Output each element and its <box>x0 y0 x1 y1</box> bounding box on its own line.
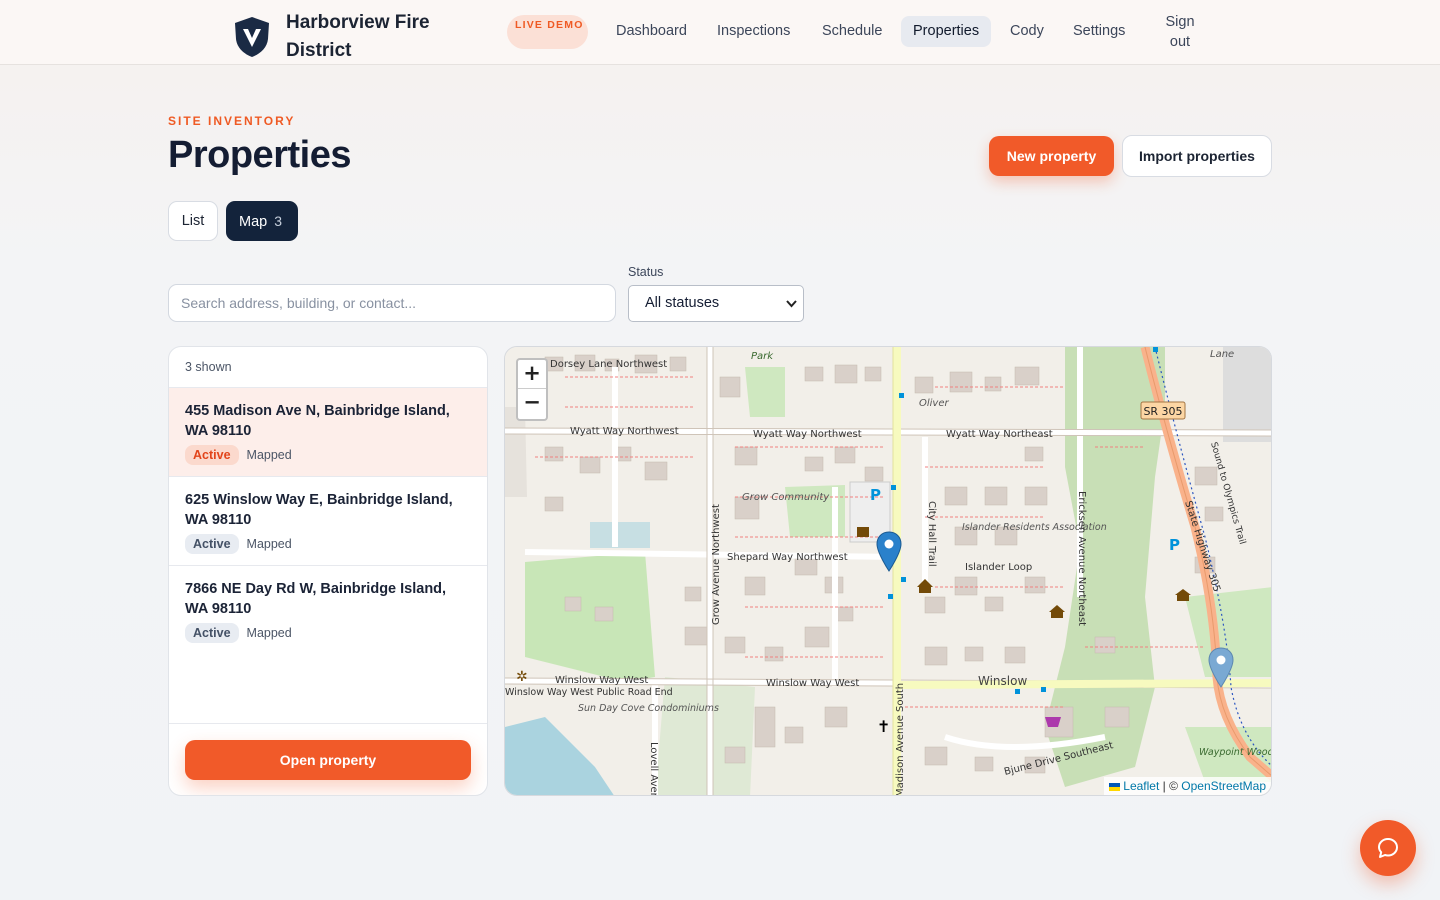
status-label: Status <box>628 265 664 279</box>
list-count: 3 shown <box>169 347 487 388</box>
zoom-out-button[interactable]: − <box>518 389 546 418</box>
map-label: Madison Avenue South <box>895 683 906 796</box>
property-map[interactable]: ✝ ✲ P P SR 305 Dorsey Lane Northwest Par… <box>504 346 1272 796</box>
nav-inspections[interactable]: Inspections <box>705 16 802 47</box>
leaflet-link[interactable]: Leaflet <box>1123 779 1159 793</box>
map-label: Sun Day Cove Condominiums <box>578 703 719 714</box>
map-label: Wyatt Way Northwest <box>570 426 679 437</box>
page-eyebrow: SITE INVENTORY <box>168 114 296 128</box>
map-label: Lovell Avenue <box>648 742 659 796</box>
brand[interactable]: Harborview Fire District <box>232 9 456 65</box>
status-badge: Active <box>185 534 239 554</box>
mapped-label: Mapped <box>246 626 292 640</box>
map-view-toggle[interactable]: Map 3 <box>226 201 298 241</box>
map-label: Dorsey Lane Northwest <box>550 359 667 370</box>
map-label: Wyatt Way Northeast <box>946 429 1053 440</box>
map-attribution: Leaflet | © OpenStreetMap <box>1104 777 1271 795</box>
parking-label: P <box>870 486 881 504</box>
status-badge: Active <box>185 445 239 465</box>
property-list-panel: 3 shown 455 Madison Ave N, Bainbridge Is… <box>168 346 488 796</box>
status-badge: Active <box>185 623 239 643</box>
nav-settings[interactable]: Settings <box>1061 16 1137 47</box>
map-label: Winslow <box>978 674 1027 688</box>
nav-properties[interactable]: Properties <box>901 16 992 47</box>
property-address: 455 Madison Ave N, Bainbridge Island, WA… <box>185 403 450 439</box>
map-marker-pin-icon[interactable] <box>876 531 902 573</box>
list-view-toggle[interactable]: List <box>168 201 218 241</box>
chevron-down-icon <box>786 286 797 336</box>
nav-dashboard[interactable]: Dashboard <box>604 16 699 47</box>
list-footer: Open property <box>169 723 487 795</box>
chat-button[interactable] <box>1360 820 1416 876</box>
import-properties-button[interactable]: Import properties <box>1122 135 1272 177</box>
new-property-button[interactable]: New property <box>989 136 1114 176</box>
map-marker-pin-icon[interactable] <box>1208 647 1234 689</box>
nav-schedule[interactable]: Schedule <box>810 16 894 47</box>
property-list-item[interactable]: 455 Madison Ave N, Bainbridge Island, WA… <box>169 388 487 477</box>
mapped-label: Mapped <box>246 448 292 462</box>
chat-bubble-icon <box>1378 838 1398 858</box>
map-label: Ericksen Avenue Northeast <box>1076 491 1087 626</box>
zoom-in-button[interactable]: + <box>518 360 546 389</box>
nav-cody[interactable]: Cody <box>998 16 1056 47</box>
map-label: Grow Avenue Northwest <box>711 504 722 625</box>
property-list-item[interactable]: 625 Winslow Way E, Bainbridge Island, WA… <box>169 477 487 566</box>
live-demo-badge: LIVE DEMO <box>507 15 588 49</box>
map-label: Park <box>751 351 774 362</box>
svg-text:✝: ✝ <box>877 717 890 736</box>
shield-logo-icon <box>235 17 269 57</box>
ukraine-flag-icon <box>1109 783 1121 791</box>
map-view-label: Map <box>239 214 268 230</box>
sr305-shield-label: SR 305 <box>1143 405 1182 418</box>
map-label: Waypoint Woods <box>1199 747 1272 758</box>
map-label: Winslow Way West <box>766 678 859 689</box>
attribution-separator: | © <box>1162 779 1178 793</box>
property-address: 7866 NE Day Rd W, Bainbridge Island, WA … <box>185 581 447 617</box>
map-label: Winslow Way West <box>555 675 648 686</box>
map-label: Oliver <box>919 398 949 409</box>
zoom-control: + − <box>516 358 548 421</box>
status-select[interactable]: All statuses <box>628 285 804 322</box>
map-label: Lane <box>1210 349 1234 360</box>
map-label: Winslow Way West Public Road End <box>505 687 673 698</box>
sign-out-link[interactable]: Sign out <box>1160 12 1200 52</box>
top-navigation: Harborview Fire District LIVE DEMO Dashb… <box>0 0 1440 65</box>
map-label: Wyatt Way Northwest <box>753 429 862 440</box>
map-count: 3 <box>274 213 283 229</box>
mapped-label: Mapped <box>246 537 292 551</box>
search-input[interactable] <box>168 284 616 322</box>
map-label: City Hall Trail <box>926 501 937 567</box>
property-list-item[interactable]: 7866 NE Day Rd W, Bainbridge Island, WA … <box>169 566 487 655</box>
openstreetmap-link[interactable]: OpenStreetMap <box>1181 779 1266 793</box>
brand-name: Harborview Fire District <box>286 12 430 61</box>
map-label: Grow Community <box>742 492 830 503</box>
svg-text:✲: ✲ <box>516 669 528 685</box>
map-label: Islander Loop <box>965 562 1032 573</box>
open-property-button[interactable]: Open property <box>185 740 471 780</box>
property-address: 625 Winslow Way E, Bainbridge Island, WA… <box>185 492 453 528</box>
status-selected-value: All statuses <box>645 295 720 311</box>
page-title: Properties <box>168 134 351 176</box>
parking-label: P <box>1169 536 1180 554</box>
map-label: Shepard Way Northwest <box>727 552 848 563</box>
